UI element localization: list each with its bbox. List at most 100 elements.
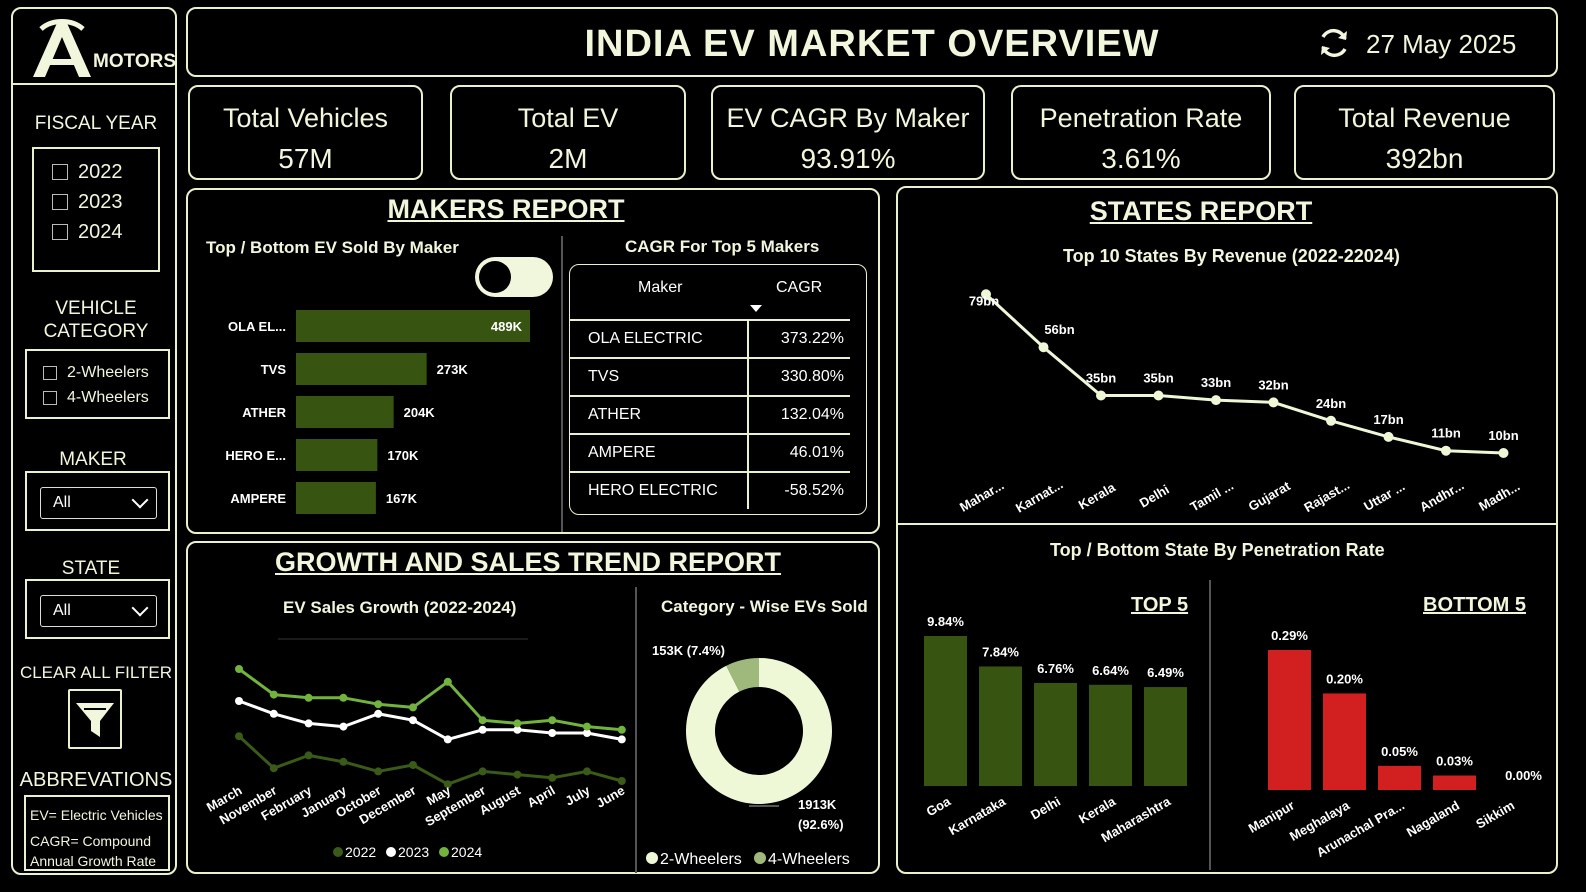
maker-label: MAKER	[59, 449, 127, 470]
header-cagr[interactable]: CAGR	[740, 279, 822, 319]
donut-slice[interactable]	[686, 658, 832, 804]
series-point[interactable]	[478, 716, 487, 725]
fiscal-year-2024[interactable]: 2024	[52, 217, 158, 247]
series-point[interactable]	[235, 732, 243, 741]
checkbox-icon	[52, 164, 68, 180]
cagr-table-body: OLA ELECTRIC 373.22% TVS 330.80% ATHER 132.04…	[570, 319, 850, 509]
revenue-point[interactable]	[1211, 395, 1221, 406]
bar[interactable]	[296, 396, 394, 428]
series-point[interactable]	[548, 729, 557, 737]
revenue-point[interactable]	[1383, 431, 1394, 442]
revenue-point[interactable]	[1326, 415, 1336, 426]
revenue-point[interactable]	[1096, 390, 1106, 401]
state-dropdown[interactable]: All	[40, 595, 157, 627]
legend-label[interactable]: 4-Wheelers	[768, 851, 850, 868]
cagr-value-cell: 330.80%	[747, 357, 850, 396]
series-point[interactable]	[478, 767, 487, 776]
bar[interactable]	[296, 439, 378, 471]
series-point[interactable]	[235, 665, 243, 673]
series-point[interactable]	[339, 722, 348, 731]
series-point[interactable]	[374, 709, 383, 718]
clear-filter-button[interactable]	[68, 689, 122, 749]
revenue-point[interactable]	[1153, 390, 1164, 401]
revenue-point[interactable]	[1441, 445, 1451, 456]
series-point[interactable]	[339, 757, 348, 766]
states-report-title: STATES REPORT	[1089, 196, 1313, 226]
revenue-point[interactable]	[1268, 397, 1279, 408]
bar-value-label: 0.29%	[1271, 628, 1308, 643]
category-2-wheelers[interactable]: 2-Wheelers	[43, 360, 168, 385]
cagr-table: Maker CAGR OLA ELECTRIC 373.22% TVS 330.80%…	[569, 264, 867, 515]
series-point[interactable]	[548, 773, 557, 782]
bar[interactable]	[296, 482, 376, 514]
sort-desc-icon[interactable]	[750, 305, 762, 312]
table-row[interactable]: HERO ELECTRIC -58.52%	[570, 471, 850, 509]
month-axis-label: June	[594, 783, 628, 811]
table-row[interactable]: ATHER 132.04%	[570, 395, 850, 434]
series-point[interactable]	[269, 690, 278, 699]
cagr-table-header: Maker CAGR	[570, 279, 850, 319]
checkbox-icon	[43, 365, 57, 380]
series-point[interactable]	[269, 764, 278, 773]
maker-dropdown[interactable]: All	[40, 487, 157, 519]
vehicle-category-filter: 2-Wheelers 4-Wheelers	[25, 349, 170, 419]
series-point[interactable]	[443, 735, 452, 744]
bar[interactable]	[1144, 687, 1187, 786]
bar[interactable]	[979, 666, 1022, 786]
refresh-icon[interactable]	[1316, 25, 1352, 61]
series-point[interactable]	[409, 703, 417, 712]
bar[interactable]	[1268, 650, 1311, 790]
revenue-label: 79bn	[969, 293, 999, 308]
series-point[interactable]	[513, 719, 522, 728]
states-divider	[898, 523, 1556, 525]
series-point[interactable]	[304, 719, 313, 728]
bar[interactable]	[1089, 684, 1132, 786]
series-point[interactable]	[339, 693, 348, 702]
series-point[interactable]	[269, 709, 278, 718]
bar[interactable]	[924, 636, 967, 786]
series-point[interactable]	[409, 716, 417, 725]
series-point[interactable]	[409, 761, 417, 769]
table-row[interactable]: AMPERE 46.01%	[570, 433, 850, 472]
revenue-point[interactable]	[1038, 342, 1049, 353]
chevron-down-icon	[131, 491, 149, 509]
series-point[interactable]	[374, 700, 383, 709]
legend-label[interactable]: 2-Wheelers	[660, 851, 742, 868]
cagr-maker-cell: AMPERE	[570, 433, 749, 472]
header-maker[interactable]: Maker	[570, 279, 740, 319]
revenue-point[interactable]	[1498, 448, 1509, 458]
bar[interactable]	[1034, 682, 1077, 786]
series-line-2022	[237, 735, 623, 786]
legend-label[interactable]: 2022	[345, 844, 376, 860]
fiscal-year-2022[interactable]: 2022	[52, 157, 158, 187]
series-point[interactable]	[374, 767, 383, 776]
table-row[interactable]: OLA ELECTRIC 373.22%	[570, 320, 850, 358]
bar[interactable]	[1323, 693, 1366, 790]
legend-swatch	[439, 847, 449, 857]
series-point[interactable]	[235, 697, 243, 705]
series-point[interactable]	[617, 725, 626, 734]
series-point[interactable]	[304, 693, 313, 702]
bar-value-label: 489K	[491, 319, 523, 334]
category-4-wheelers[interactable]: 4-Wheelers	[43, 385, 168, 410]
series-point[interactable]	[583, 767, 591, 776]
series-point[interactable]	[304, 751, 313, 760]
bar[interactable]	[296, 353, 427, 385]
bar-value-label: 0.05%	[1381, 744, 1418, 759]
legend-label[interactable]: 2023	[398, 844, 429, 860]
bar-value-label: 0.00%	[1505, 768, 1542, 783]
series-line-2023	[238, 699, 623, 741]
series-point[interactable]	[478, 725, 487, 734]
series-point[interactable]	[548, 716, 557, 725]
toggle-switch[interactable]	[475, 257, 553, 297]
bar[interactable]	[1378, 765, 1421, 790]
table-row[interactable]: TVS 330.80%	[570, 357, 850, 396]
sales-growth-chart: MarchNovemberFebruaryJanuaryOctoberDecem…	[204, 638, 628, 860]
fiscal-year-2023[interactable]: 2023	[52, 187, 158, 217]
bar[interactable]	[1433, 775, 1476, 790]
legend-label[interactable]: 2024	[451, 844, 482, 860]
series-point[interactable]	[617, 735, 626, 744]
series-point[interactable]	[583, 722, 591, 731]
series-point[interactable]	[443, 677, 452, 686]
series-point[interactable]	[513, 770, 522, 779]
